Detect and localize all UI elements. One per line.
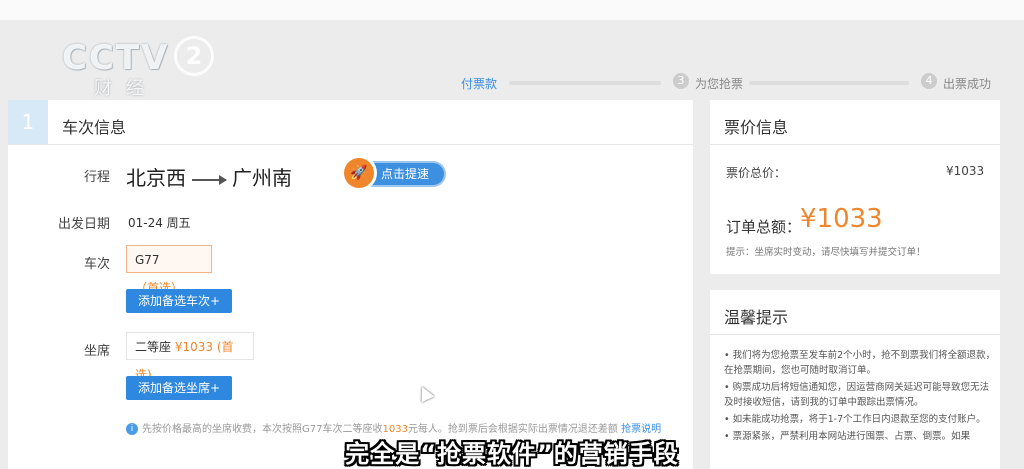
train-label: 车次 [83,257,110,272]
departure-date: 01-24 周五 [128,216,191,230]
seat-price: ¥1033 [174,340,214,354]
route-label: 行程 [83,170,110,185]
step-success: 出票成功 [943,77,992,91]
train-info-panel: 1 车次信息 行程 北京西 广州南 点击提速 🚀 出发日期 01-24 周五 车次… [8,100,693,469]
watermark-sub: 财经 [94,78,158,99]
cctv-watermark: CCTV 2 财经 [62,36,214,100]
price-panel: 票价信息 票价总价： ¥1033 订单总额： ¥1033 提示：坐席实时变动，请… [710,100,1000,274]
seat-type: 二等座 [135,340,172,354]
fee-note: i 先按价格最高的坐席收费，本次按照G77车次二等座收1033元每人。抢到票后会根… [126,420,661,435]
seat-label: 坐席 [83,344,110,359]
date-label: 出发日期 [57,217,110,232]
top-bar [0,0,1024,20]
step-line [509,81,661,85]
speed-up-button[interactable]: 点击提速 🚀 [344,158,444,188]
price-title: 票价信息 [724,118,789,137]
ticket-total-label: 票价总价： [726,166,787,180]
video-subtitle: 完全是“抢票软件”的营销手段 [345,440,679,468]
order-total-value: ¥1033 [800,204,883,234]
divider [710,144,1000,145]
watermark-brand: CCTV [62,38,170,78]
tips-title: 温馨提示 [724,308,789,327]
step-4-icon: 4 [921,73,937,89]
price-hint: 提示：坐席实时变动，请尽快填写并提交订单！ [726,247,926,258]
rocket-icon: 🚀 [344,158,374,188]
section-title: 车次信息 [62,118,127,137]
order-total-label: 订单总额： [726,218,802,236]
ticket-total-value: ¥1033 [946,164,985,178]
step-grab: 为您抢票 [695,77,744,91]
from-station: 北京西 [126,166,186,190]
divider [8,144,693,145]
list-item: • 购票成功后将短信通知您，因运营商网关延迟可能导致您无法及时接收短信，请到我的… [724,382,990,408]
divider [710,334,1000,335]
arrow-right-icon [192,174,227,185]
section-number: 1 [8,100,48,144]
list-item: • 如未能成功抢票，将于1-7个工作日内退款至您的支付账户。 [724,414,986,425]
to-station: 广州南 [232,166,292,190]
tips-list: • 我们将为您抢票至发车前2个小时，抢不到票我们将全额退款，在抢票期间，您也可随… [724,348,996,446]
train-number: G77 [135,253,160,267]
progress-steps: 付票款 3 为您抢票 4 出票成功 [455,70,1015,94]
add-train-button[interactable]: 添加备选车次+ [126,289,232,313]
train-option[interactable]: G77（首选） [126,245,212,295]
list-item: • 我们将为您抢票至发车前2个小时，抢不到票我们将全额退款，在抢票期间，您也可随… [724,350,996,376]
seat-option[interactable]: 二等座 ¥1033 (首选) [126,332,254,382]
add-seat-button[interactable]: 添加备选坐席+ [126,376,232,400]
step-3-icon: 3 [673,73,689,89]
step-pay: 付票款 [461,77,498,91]
route: 北京西 广州南 [126,162,292,191]
watermark-channel: 2 [174,36,214,76]
step-line [749,81,909,85]
mouse-cursor-icon [415,383,435,403]
